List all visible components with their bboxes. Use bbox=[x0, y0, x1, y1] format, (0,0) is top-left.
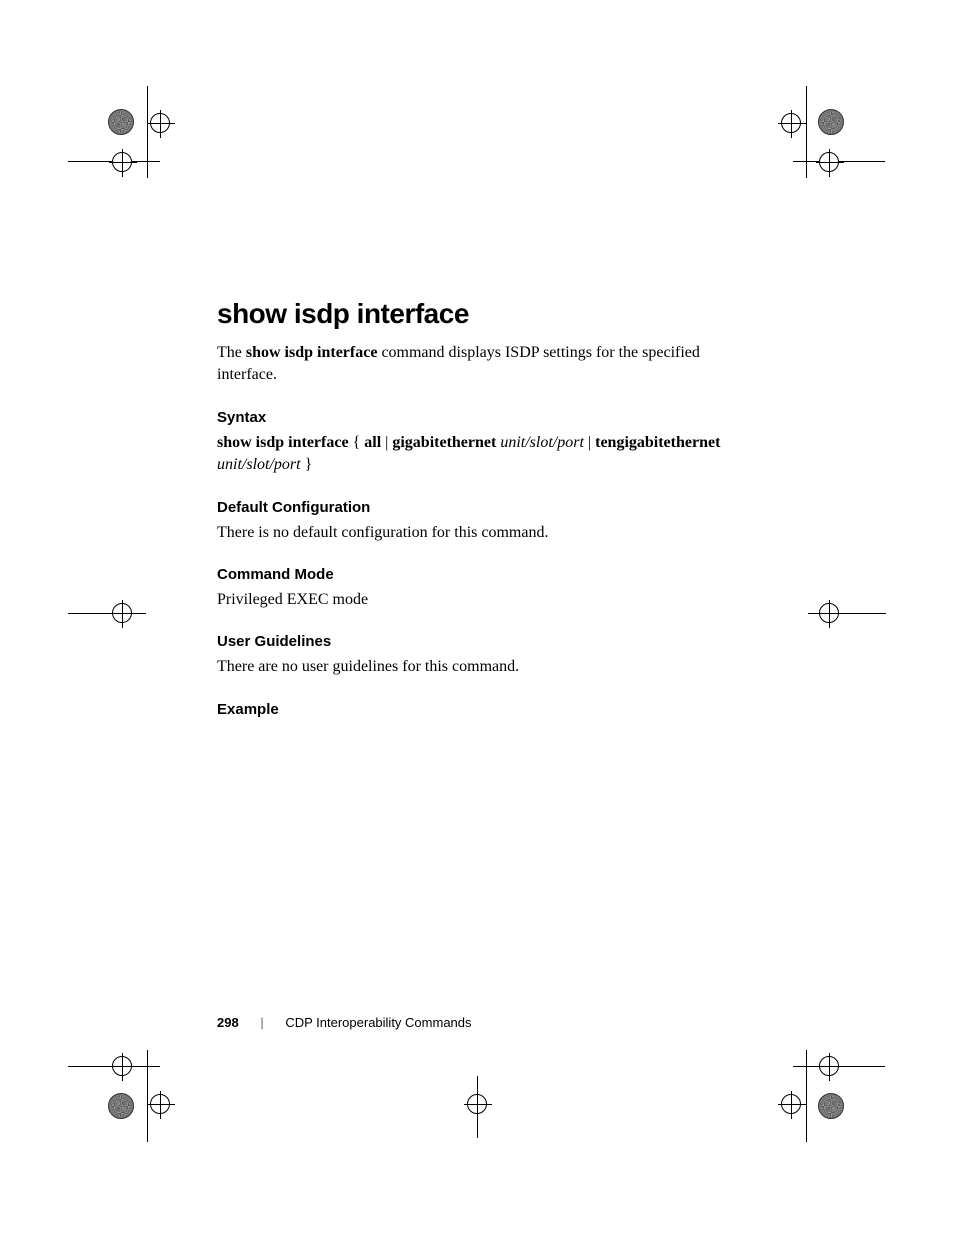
syntax-body: show isdp interface { all | gigabitether… bbox=[217, 432, 747, 477]
example-heading: Example bbox=[217, 701, 747, 718]
user-guidelines-body: There are no user guidelines for this co… bbox=[217, 656, 747, 678]
footer-separator: | bbox=[260, 1015, 263, 1030]
command-description: The show isdp interface command displays… bbox=[217, 342, 747, 387]
default-config-heading: Default Configuration bbox=[217, 499, 747, 516]
command-mode-heading: Command Mode bbox=[217, 566, 747, 583]
command-title: show isdp interface bbox=[217, 298, 747, 330]
command-mode-body: Privileged EXEC mode bbox=[217, 589, 747, 611]
default-config-body: There is no default configuration for th… bbox=[217, 522, 747, 544]
page-footer: 298 | CDP Interoperability Commands bbox=[217, 1015, 472, 1030]
footer-section-title: CDP Interoperability Commands bbox=[285, 1015, 471, 1030]
page-number: 298 bbox=[217, 1015, 239, 1030]
page-content: show isdp interface The show isdp interf… bbox=[217, 298, 747, 724]
user-guidelines-heading: User Guidelines bbox=[217, 633, 747, 650]
syntax-heading: Syntax bbox=[217, 409, 747, 426]
